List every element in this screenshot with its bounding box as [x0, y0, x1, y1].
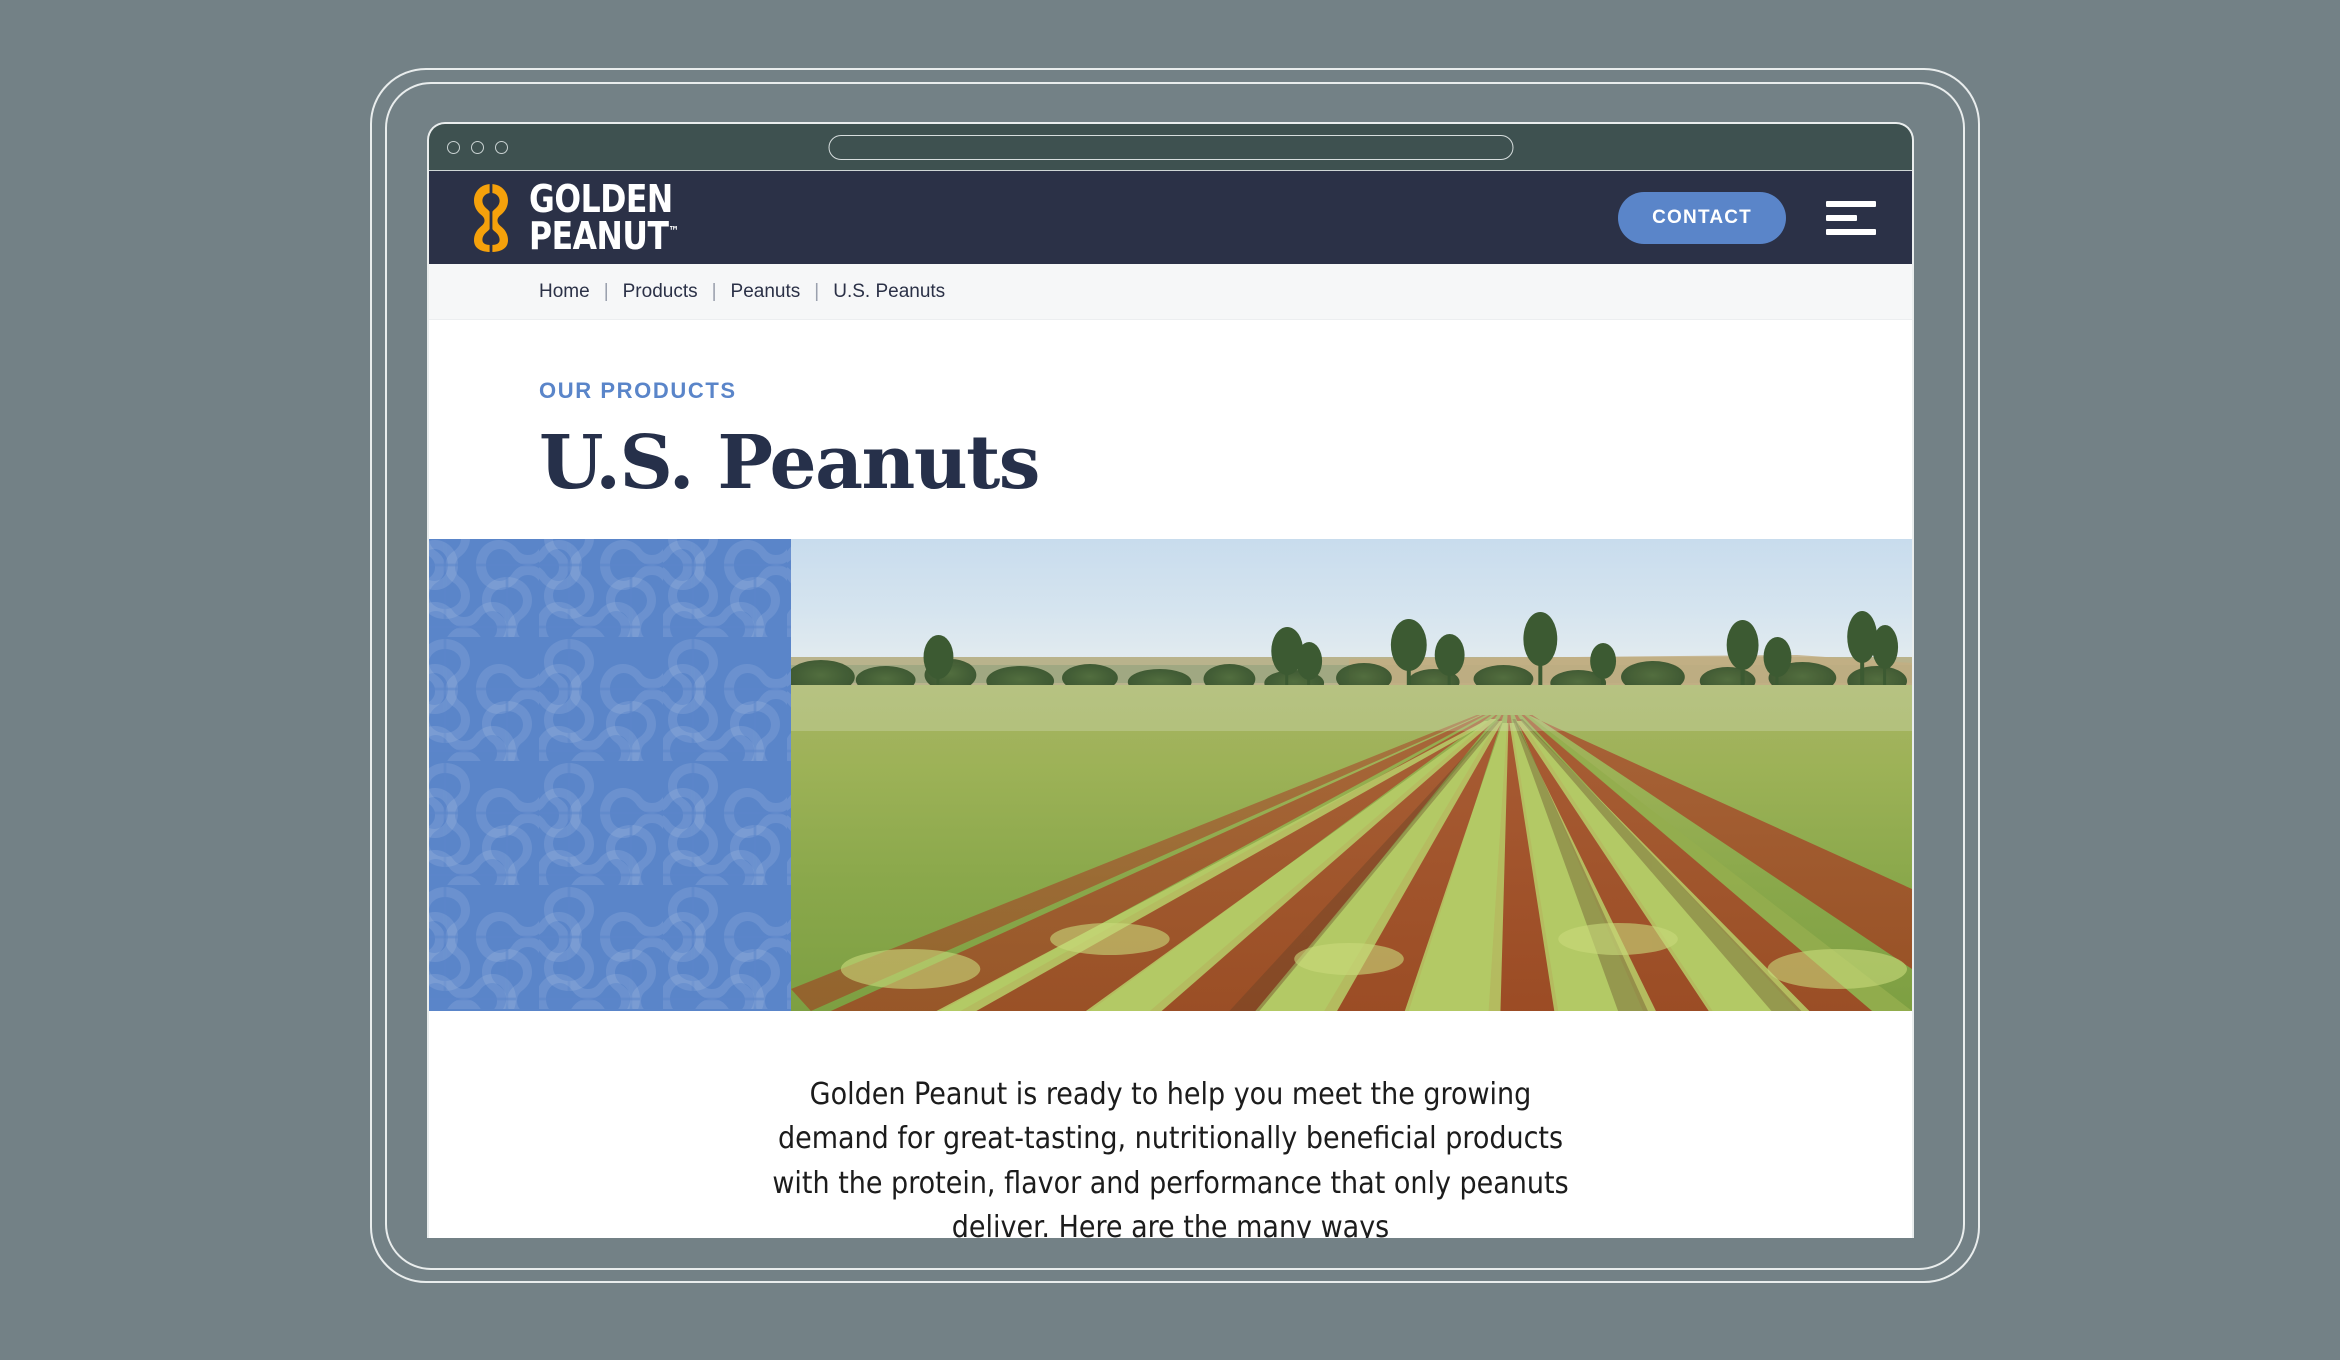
brand-line-1: GOLDEN [529, 177, 673, 222]
intro-section: Golden Peanut is ready to help you meet … [429, 1011, 1912, 1238]
breadcrumb-bar: Home | Products | Peanuts | U.S. Peanuts [429, 264, 1912, 320]
window-close-dot[interactable] [447, 140, 460, 154]
brand-logo[interactable]: GOLDEN PEANUT™ [467, 177, 692, 258]
hamburger-line-3 [1826, 228, 1876, 235]
hamburger-line-2 [1826, 214, 1857, 221]
page-heading-section: OUR PRODUCTS U.S. Peanuts [429, 320, 1912, 539]
page-eyebrow: OUR PRODUCTS [539, 378, 737, 403]
breadcrumb-separator: | [711, 280, 717, 302]
brand-line-2: PEANUT™ [529, 213, 680, 258]
window-controls[interactable] [447, 140, 508, 154]
breadcrumb: Home | Products | Peanuts | U.S. Peanuts [539, 281, 945, 303]
address-bar[interactable] [828, 134, 1513, 160]
intro-paragraph: Golden Peanut is ready to help you meet … [772, 1077, 1569, 1238]
browser-chrome-bar [429, 124, 1912, 171]
window-maximize-dot[interactable] [495, 140, 508, 154]
breadcrumb-item-home[interactable]: Home [539, 281, 590, 303]
peanut-tile-pattern [429, 539, 791, 1011]
peanut-field-illustration [791, 539, 1912, 1011]
site-navbar: GOLDEN PEANUT™ CONTACT [429, 171, 1912, 264]
hamburger-menu-icon[interactable] [1826, 195, 1876, 241]
window-minimize-dot[interactable] [471, 140, 484, 154]
browser-window: GOLDEN PEANUT™ CONTACT Home | Products |… [427, 122, 1914, 1238]
hero-band [429, 539, 1912, 1011]
trademark-symbol: ™ [668, 223, 680, 239]
breadcrumb-item-products[interactable]: Products [623, 281, 698, 303]
peanut-logo-icon [474, 183, 508, 252]
page-title: U.S. Peanuts [539, 420, 1040, 506]
hamburger-line-1 [1826, 200, 1876, 207]
contact-button[interactable]: CONTACT [1618, 191, 1786, 244]
brand-wordmark: GOLDEN PEANUT™ [529, 177, 692, 258]
peanut-pattern-svg [429, 539, 791, 1011]
breadcrumb-separator: | [814, 280, 820, 302]
breadcrumb-item-us-peanuts: U.S. Peanuts [833, 280, 946, 302]
navbar-actions: CONTACT [1618, 191, 1876, 244]
breadcrumb-separator: | [603, 280, 609, 302]
breadcrumb-item-peanuts[interactable]: Peanuts [731, 281, 801, 303]
peanut-field-rows-photo [791, 539, 1912, 1011]
